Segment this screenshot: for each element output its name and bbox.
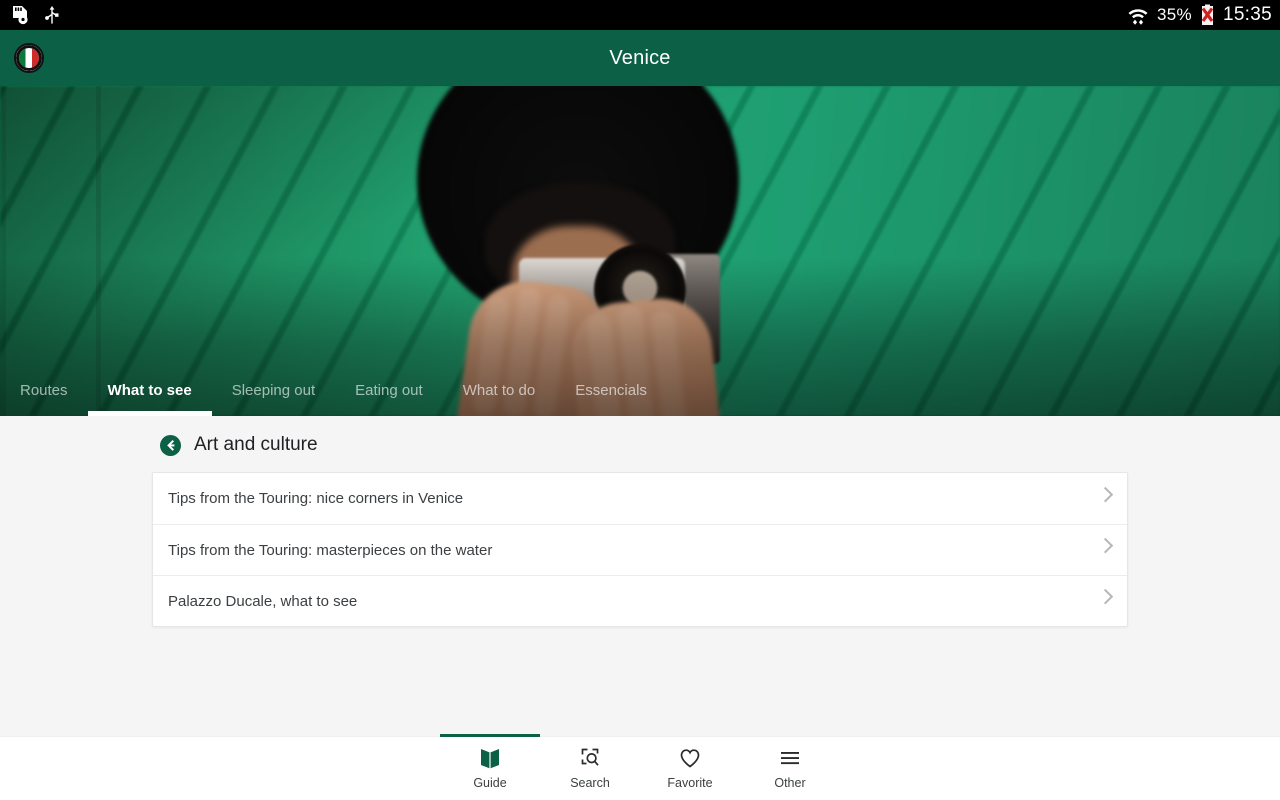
status-bar-left bbox=[10, 5, 60, 25]
clock: 15:35 bbox=[1222, 4, 1272, 25]
nav-item-search[interactable]: Search bbox=[540, 737, 640, 800]
tab-what-to-see[interactable]: What to see bbox=[87, 364, 212, 416]
chevron-right-icon bbox=[1097, 588, 1114, 605]
sd-card-settings-icon bbox=[13, 6, 28, 25]
list-item[interactable]: Palazzo Ducale, what to see bbox=[153, 575, 1127, 626]
tab-sleeping-out[interactable]: Sleeping out bbox=[212, 364, 335, 416]
tab-eating-out[interactable]: Eating out bbox=[335, 364, 443, 416]
section-title: Art and culture bbox=[194, 434, 318, 455]
hero-image: Routes What to see Sleeping out Eating o… bbox=[0, 86, 1280, 416]
battery-error-icon bbox=[1201, 4, 1214, 25]
tab-label: Essencials bbox=[575, 381, 647, 399]
nav-label: Favorite bbox=[667, 776, 713, 790]
back-circle-icon[interactable] bbox=[160, 434, 181, 456]
status-bar-right: 35% 15:35 bbox=[1126, 4, 1272, 26]
status-bar: 35% 15:35 bbox=[0, 0, 1280, 30]
app-root: 35% 15:35 Venice Routes What to see Slee… bbox=[0, 0, 1280, 800]
battery-percent: 35% bbox=[1157, 5, 1192, 24]
nav-item-favorite[interactable]: Favorite bbox=[640, 737, 740, 800]
list-item-label: Tips from the Touring: masterpieces on t… bbox=[168, 541, 493, 559]
app-bar: Venice bbox=[0, 30, 1280, 86]
wifi-transfer-icon bbox=[1128, 9, 1148, 25]
tab-label: Sleeping out bbox=[231, 381, 316, 399]
tab-what-to-do[interactable]: What to do bbox=[443, 364, 556, 416]
tab-essencials[interactable]: Essencials bbox=[555, 364, 667, 416]
usb-icon bbox=[45, 6, 59, 24]
tab-label: Eating out bbox=[355, 381, 423, 399]
list-item-label: Palazzo Ducale, what to see bbox=[168, 592, 358, 610]
heart-icon bbox=[680, 749, 700, 768]
tab-label: What to see bbox=[107, 381, 192, 399]
page-title: Venice bbox=[609, 46, 671, 69]
nav-item-other[interactable]: Other bbox=[740, 737, 840, 800]
list-item-label: Tips from the Touring: nice corners in V… bbox=[168, 490, 464, 507]
nav-label: Other bbox=[774, 776, 806, 790]
list-item[interactable]: Tips from the Touring: masterpieces on t… bbox=[153, 524, 1127, 575]
book-icon bbox=[481, 749, 499, 769]
hamburger-menu-icon bbox=[781, 752, 799, 765]
search-frame-icon bbox=[581, 748, 599, 766]
tab-label: Routes bbox=[20, 381, 68, 399]
tab-bar: Routes What to see Sleeping out Eating o… bbox=[0, 364, 1280, 416]
list-card: Tips from the Touring: nice corners in V… bbox=[152, 472, 1128, 627]
chevron-right-icon bbox=[1097, 486, 1114, 502]
bottom-navigation: Guide Search Favorite Other bbox=[0, 734, 1280, 800]
tab-label: What to do bbox=[462, 381, 536, 399]
touring-club-logo-icon[interactable] bbox=[14, 43, 44, 73]
tab-routes[interactable]: Routes bbox=[0, 364, 88, 416]
list-item[interactable]: Tips from the Touring: nice corners in V… bbox=[153, 473, 1127, 524]
chevron-right-icon bbox=[1097, 537, 1114, 554]
nav-label: Guide bbox=[473, 776, 507, 790]
nav-item-guide[interactable]: Guide bbox=[440, 734, 540, 800]
content-area: Art and culture Tips from the Touring: n… bbox=[0, 416, 1280, 736]
nav-label: Search bbox=[570, 776, 610, 790]
section-header: Art and culture bbox=[0, 416, 1280, 456]
